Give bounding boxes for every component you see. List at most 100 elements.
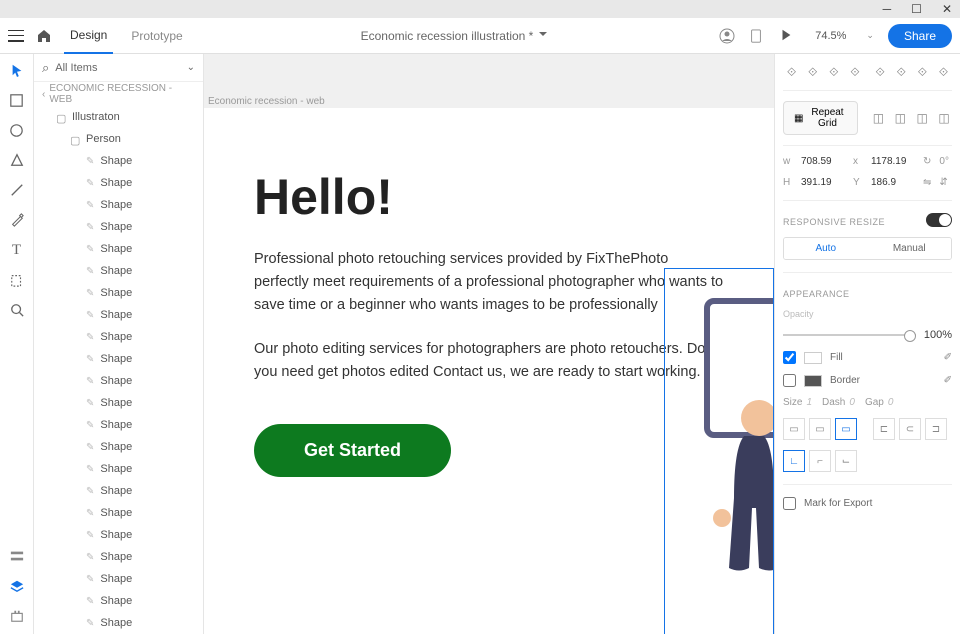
boolean-add[interactable]: ◫ xyxy=(870,108,886,128)
layer-shape[interactable]: ✎Shape xyxy=(34,370,203,392)
line-tool[interactable] xyxy=(9,182,25,198)
fill-swatch[interactable] xyxy=(804,352,822,364)
flip-h-icon[interactable]: ⇋ xyxy=(923,177,931,188)
repeat-grid-button[interactable]: ▦Repeat Grid xyxy=(783,101,858,135)
layers-icon[interactable] xyxy=(9,578,25,594)
layer-shape[interactable]: ✎Shape xyxy=(34,524,203,546)
height-input[interactable] xyxy=(801,177,845,188)
layer-shape[interactable]: ✎Shape xyxy=(34,216,203,238)
dist-e[interactable]: ⟐ xyxy=(935,62,952,82)
dist-h[interactable]: ⟐ xyxy=(872,62,889,82)
cap-round[interactable]: ⊂ xyxy=(899,418,921,440)
selection-box[interactable] xyxy=(664,268,774,634)
tab-prototype[interactable]: Prototype xyxy=(125,18,188,54)
export-checkbox[interactable] xyxy=(783,497,796,510)
layer-shape[interactable]: ✎Shape xyxy=(34,480,203,502)
tab-design[interactable]: Design xyxy=(64,18,113,54)
pen-icon: ✎ xyxy=(86,178,94,189)
share-button[interactable]: Share xyxy=(888,24,952,48)
border-swatch[interactable] xyxy=(804,375,822,387)
layer-shape[interactable]: ✎Shape xyxy=(34,282,203,304)
stroke-inner[interactable]: ▭ xyxy=(783,418,805,440)
x-input[interactable] xyxy=(871,156,915,167)
polygon-tool[interactable] xyxy=(9,152,25,168)
join-round[interactable]: ⌐ xyxy=(809,450,831,472)
menu-button[interactable] xyxy=(8,30,24,42)
pen-icon: ✎ xyxy=(86,442,94,453)
resize-auto[interactable]: Auto xyxy=(784,238,868,259)
cap-square[interactable]: ⊐ xyxy=(925,418,947,440)
zoom-tool[interactable] xyxy=(9,302,25,318)
layer-shape[interactable]: ✎Shape xyxy=(34,414,203,436)
layer-shape[interactable]: ✎Shape xyxy=(34,546,203,568)
opacity-value: 100% xyxy=(924,329,952,341)
maximize-button[interactable]: ☐ xyxy=(911,2,922,16)
pen-icon: ✎ xyxy=(86,530,94,541)
eyedropper-icon[interactable]: ✐ xyxy=(944,375,952,386)
dist-v[interactable]: ⟐ xyxy=(893,62,910,82)
artboard[interactable]: Hello! Professional photo retouching ser… xyxy=(204,108,774,634)
avatar-icon[interactable] xyxy=(719,28,735,44)
ellipse-tool[interactable] xyxy=(9,122,25,138)
eyedropper-icon[interactable]: ✐ xyxy=(944,352,952,363)
rectangle-tool[interactable] xyxy=(9,92,25,108)
pen-tool[interactable] xyxy=(9,212,25,228)
join-bevel[interactable]: ⌙ xyxy=(835,450,857,472)
align-top[interactable]: ⟐ xyxy=(846,62,863,82)
select-tool[interactable] xyxy=(9,62,25,78)
plugins-icon[interactable] xyxy=(9,608,25,624)
layer-shape[interactable]: ✎Shape xyxy=(34,392,203,414)
layer-search[interactable]: All Items⌄ xyxy=(34,54,203,82)
layer-shape[interactable]: ✎Shape xyxy=(34,260,203,282)
width-input[interactable] xyxy=(801,156,845,167)
text-tool[interactable]: T xyxy=(9,242,25,258)
home-icon[interactable] xyxy=(36,28,52,44)
align-center-h[interactable]: ⟐ xyxy=(804,62,821,82)
layer-shape[interactable]: ✎Shape xyxy=(34,502,203,524)
align-left[interactable]: ⟐ xyxy=(783,62,800,82)
zoom-chevron[interactable]: ⌄ xyxy=(866,30,874,41)
assets-icon[interactable] xyxy=(9,548,25,564)
document-title[interactable]: Economic recession illustration * xyxy=(201,29,707,43)
canvas[interactable]: Economic recession - web Hello! Professi… xyxy=(204,54,774,634)
align-right[interactable]: ⟐ xyxy=(825,62,842,82)
artboard-label[interactable]: Economic recession - web xyxy=(208,96,325,107)
dist-s[interactable]: ⟐ xyxy=(914,62,931,82)
layer-shape[interactable]: ✎Shape xyxy=(34,304,203,326)
layer-shape[interactable]: ✎Shape xyxy=(34,326,203,348)
play-icon[interactable] xyxy=(779,28,795,44)
layer-shape[interactable]: ✎Shape xyxy=(34,436,203,458)
layer-shape[interactable]: ✎Shape xyxy=(34,348,203,370)
boolean-exclude[interactable]: ◫ xyxy=(936,108,952,128)
boolean-subtract[interactable]: ◫ xyxy=(892,108,908,128)
border-checkbox[interactable] xyxy=(783,374,796,387)
layer-shape[interactable]: ✎Shape xyxy=(34,150,203,172)
rotate-icon[interactable]: ↻ xyxy=(923,156,931,167)
breadcrumb[interactable]: ‹ECONOMIC RECESSION - WEB xyxy=(34,82,203,106)
zoom-level[interactable]: 74.5% xyxy=(815,30,846,42)
cap-butt[interactable]: ⊏ xyxy=(873,418,895,440)
layer-illustration[interactable]: ▢Illustraton xyxy=(34,106,203,128)
boolean-intersect[interactable]: ◫ xyxy=(914,108,930,128)
flip-v-icon[interactable]: ⇵ xyxy=(939,177,947,188)
layer-shape[interactable]: ✎Shape xyxy=(34,458,203,480)
resize-manual[interactable]: Manual xyxy=(868,238,952,259)
responsive-toggle[interactable] xyxy=(926,213,952,227)
fill-checkbox[interactable] xyxy=(783,351,796,364)
close-button[interactable]: ✕ xyxy=(942,2,952,16)
layer-person[interactable]: ▢Person xyxy=(34,128,203,150)
opacity-slider[interactable] xyxy=(783,334,916,336)
join-miter[interactable]: ∟ xyxy=(783,450,805,472)
layer-shape[interactable]: ✎Shape xyxy=(34,612,203,634)
layer-shape[interactable]: ✎Shape xyxy=(34,238,203,260)
layer-shape[interactable]: ✎Shape xyxy=(34,590,203,612)
layer-shape[interactable]: ✎Shape xyxy=(34,194,203,216)
stroke-center[interactable]: ▭ xyxy=(809,418,831,440)
layer-shape[interactable]: ✎Shape xyxy=(34,568,203,590)
minimize-button[interactable]: ─ xyxy=(883,2,892,16)
stroke-outer[interactable]: ▭ xyxy=(835,418,857,440)
y-input[interactable] xyxy=(871,177,915,188)
layer-shape[interactable]: ✎Shape xyxy=(34,172,203,194)
device-icon[interactable] xyxy=(749,28,765,44)
artboard-tool[interactable] xyxy=(9,272,25,288)
